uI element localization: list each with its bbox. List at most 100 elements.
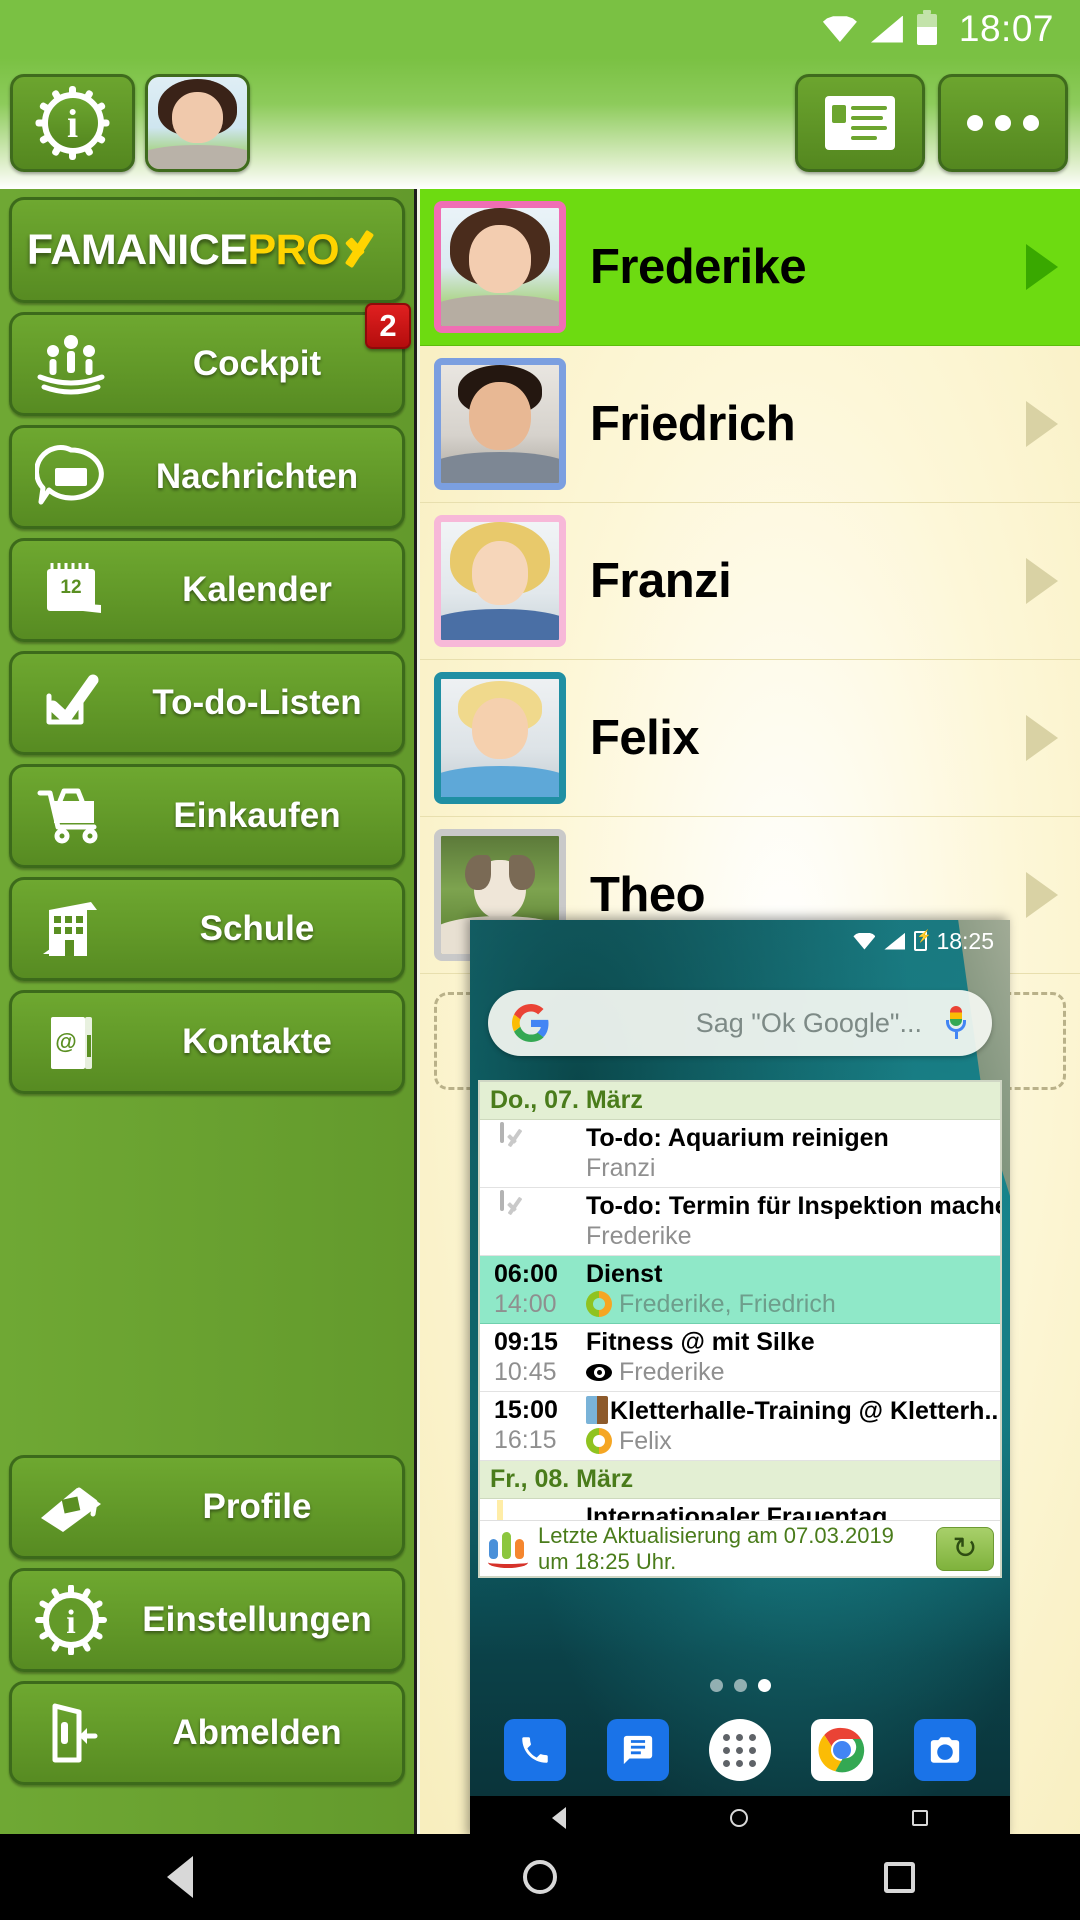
sidebar-item-label: Cockpit [192, 344, 322, 383]
eye-icon [586, 1363, 612, 1381]
contact-row[interactable]: Friedrich [420, 346, 1080, 503]
chevron-right-icon[interactable] [1026, 715, 1058, 761]
recents-icon[interactable] [912, 1810, 928, 1826]
contact-name: Felix [590, 711, 700, 765]
battery-icon [916, 9, 937, 45]
sidebar-item-schule[interactable]: Schule [9, 877, 405, 981]
gear-info-icon: i [35, 86, 110, 160]
widget-entry-title-text: Kletterhalle-Training @ Kletterh... [610, 1397, 1002, 1425]
signal-icon [884, 932, 906, 950]
more-dots-icon [967, 115, 1039, 131]
microphone-icon[interactable] [944, 1004, 968, 1042]
main-navigation-sidebar: FAMANICE PRO Cockpit 2 Nachrichten 12 Ka… [0, 189, 417, 1920]
home-screen-popup[interactable]: 18:25 Sag "Ok Google"... Do., 07. März T… [470, 920, 1010, 1840]
sidebar-item-label: Kontakte [182, 1022, 332, 1061]
sidebar-item-label: Schule [199, 909, 315, 948]
contact-name: Friedrich [590, 397, 796, 451]
gear-info-icon: i [12, 1585, 130, 1655]
messages-app-icon[interactable] [606, 1719, 669, 1781]
widget-entry[interactable]: 06:00 14:00 Dienst Frederike, Friedrich [480, 1256, 1000, 1324]
widget-footer: Letzte Aktualisierung am 07.03.2019 um 1… [480, 1520, 1000, 1576]
contact-name: Theo [590, 868, 706, 922]
back-button[interactable] [2, 1856, 358, 1898]
phone-app-icon[interactable] [504, 1719, 567, 1781]
status-bar-clock: 18:07 [958, 8, 1054, 49]
avatar [434, 358, 566, 490]
famanice-calendar-widget[interactable]: Do., 07. März To-do: Aquarium reinigen F… [478, 1080, 1002, 1578]
chevron-right-icon[interactable] [1026, 872, 1058, 918]
back-icon[interactable] [552, 1807, 566, 1829]
address-book-icon: @ [12, 1009, 130, 1075]
app-logo-button[interactable]: FAMANICE PRO [9, 197, 405, 303]
family-waves-icon [12, 331, 130, 397]
back-icon [166, 1856, 193, 1898]
overflow-menu-button[interactable] [938, 74, 1068, 172]
page-dot [733, 1679, 747, 1692]
profile-cards-icon [12, 1474, 130, 1540]
widget-entry-title: Fitness @ mit Silke [586, 1328, 815, 1356]
google-search-bar[interactable]: Sag "Ok Google"... [488, 990, 992, 1056]
home-button[interactable] [362, 1860, 718, 1894]
sidebar-item-label: Nachrichten [155, 457, 359, 496]
contact-name: Franzi [590, 554, 732, 608]
refresh-icon[interactable]: ↻ [936, 1526, 994, 1571]
sidebar-item-einkaufen[interactable]: Einkaufen [9, 764, 405, 868]
widget-entry-person: Franzi [586, 1154, 656, 1182]
chevron-right-icon[interactable] [1026, 558, 1058, 604]
contact-name: Frederike [590, 240, 807, 294]
sidebar-item-einstellungen[interactable]: i Einstellungen [9, 1568, 405, 1672]
sidebar-item-kontakte[interactable]: @ Kontakte [9, 990, 405, 1094]
widget-entry-time [486, 1190, 582, 1251]
widget-entry-title: To-do: Aquarium reinigen [586, 1124, 889, 1152]
widget-entry[interactable]: 09:15 10:45 Fitness @ mit Silke Frederik… [480, 1324, 1000, 1392]
home-icon[interactable] [730, 1809, 748, 1827]
sidebar-item-abmelden[interactable]: Abmelden [9, 1681, 405, 1785]
sidebar-item-cockpit[interactable]: Cockpit 2 [9, 303, 411, 416]
widget-entry[interactable]: 15:00 16:15 Kletterhalle-Training @ Klet… [480, 1392, 1000, 1461]
speech-bubble-icon [12, 444, 130, 510]
recents-button[interactable] [722, 1861, 1078, 1893]
info-gear-button[interactable]: i [10, 74, 135, 172]
logo-text-famanice: FAMANICE [26, 225, 248, 274]
avatar [434, 515, 566, 647]
contact-row[interactable]: Franzi [420, 503, 1080, 660]
chrome-app-icon[interactable] [811, 1719, 874, 1781]
newsletter-icon [825, 96, 895, 150]
sidebar-item-label: Kalender [182, 570, 332, 609]
widget-entry-end: 16:15 [494, 1426, 557, 1454]
widget-entry-time: 15:00 16:15 [486, 1396, 582, 1456]
widget-entry[interactable]: To-do: Aquarium reinigen Franzi [480, 1120, 1000, 1188]
all-apps-icon[interactable] [708, 1719, 771, 1781]
logo-text-pro: PRO [247, 225, 340, 274]
search-placeholder: Sag "Ok Google"... [695, 1007, 922, 1038]
contact-row[interactable]: Frederike [420, 189, 1080, 346]
chevron-right-icon[interactable] [1026, 244, 1058, 290]
app-logo: FAMANICE PRO [27, 226, 387, 275]
widget-entry[interactable]: To-do: Termin für Inspektion machen Fred… [480, 1188, 1000, 1256]
sidebar-item-label: Einstellungen [142, 1600, 372, 1639]
signal-icon [870, 15, 903, 43]
home-icon [522, 1860, 557, 1894]
sidebar-item-kalender[interactable]: 12 Kalender [9, 538, 405, 642]
sidebar-item-label: To-do-Listen [152, 683, 362, 722]
sidebar-item-nachrichten[interactable]: Nachrichten [9, 425, 405, 529]
sidebar-item-profile[interactable]: Profile [9, 1455, 405, 1559]
popup-status-bar: 18:25 [470, 920, 1010, 962]
checkbox-icon[interactable] [500, 1122, 504, 1143]
camera-app-icon[interactable] [913, 1719, 976, 1781]
contact-row[interactable]: Felix [420, 660, 1080, 817]
widget-entry-title: To-do: Termin für Inspektion machen [586, 1192, 1002, 1220]
chevron-right-icon[interactable] [1026, 401, 1058, 447]
checkbox-icon[interactable] [500, 1190, 504, 1211]
avatar [434, 201, 566, 333]
user-avatar-button[interactable] [145, 74, 250, 172]
android-navigation-bar [0, 1834, 1080, 1920]
avatar [434, 672, 566, 804]
sidebar-item-todo-listen[interactable]: To-do-Listen [9, 651, 405, 755]
popup-clock: 18:25 [936, 927, 994, 954]
school-building-icon [12, 896, 130, 962]
logo-check-icon [341, 227, 387, 273]
home-dock [470, 1704, 1010, 1796]
widget-entry-title: Kletterhalle-Training @ Kletterh... [586, 1396, 1002, 1426]
newsletter-button[interactable] [795, 74, 925, 172]
